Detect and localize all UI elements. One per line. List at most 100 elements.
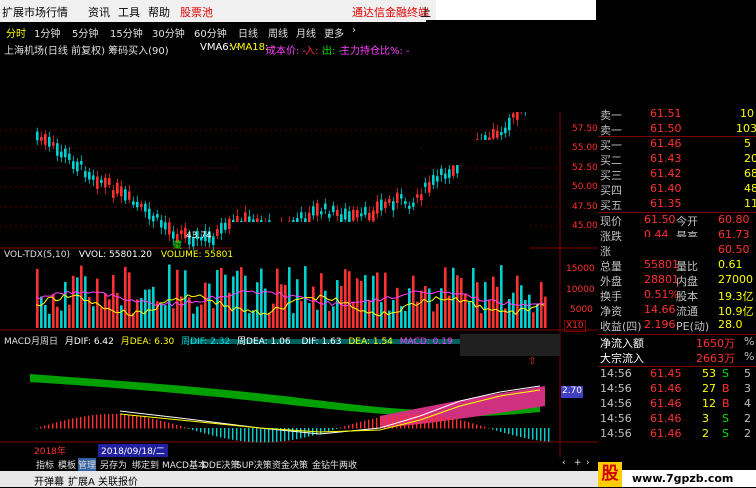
chevron-left-icon[interactable]: ‹: [562, 458, 566, 468]
toggle-danmaku[interactable]: 开弹幕: [34, 473, 64, 488]
ext-a-button[interactable]: 扩展A: [68, 473, 95, 488]
macd-bar: [204, 428, 206, 434]
volume-bar: [72, 275, 75, 328]
stat-row: 净资 14.66 流通 10.9亿: [600, 303, 754, 318]
macd-bar: [184, 427, 186, 429]
tab-daily[interactable]: 日线: [238, 25, 258, 40]
macd-bar: [220, 428, 222, 438]
volume-bar: [344, 269, 347, 328]
bottom-tab-dde[interactable]: DDE决策: [202, 458, 240, 471]
macd-bar: [476, 424, 478, 429]
volume-bar: [340, 285, 343, 328]
bottom-tab-manage[interactable]: 管理: [78, 458, 97, 471]
tab-monthly[interactable]: 月线: [296, 25, 316, 40]
macd-bar: [200, 428, 202, 433]
volume-axis-label: 5000: [570, 305, 593, 315]
menu-help[interactable]: 帮助: [146, 4, 172, 20]
bottom-tab-indicator[interactable]: 指标: [36, 458, 54, 471]
tab-1min[interactable]: 1分钟: [34, 25, 60, 40]
volume-bar: [348, 271, 351, 328]
volume-bar: [180, 296, 183, 328]
macd-bar: [528, 428, 530, 439]
volume-bar: [484, 282, 487, 328]
macd-bar: [156, 419, 158, 429]
tab-weekly[interactable]: 周线: [268, 25, 288, 40]
tab-more[interactable]: 更多: [324, 25, 344, 40]
macd-bar: [176, 424, 178, 429]
tab-15min[interactable]: 15分钟: [110, 25, 143, 40]
buy-row: 买五 61.35 11: [600, 197, 756, 212]
macd-bar: [504, 428, 506, 433]
volume-bar: [44, 305, 47, 328]
macd-bar: [252, 428, 254, 443]
volume-bar: [248, 313, 251, 328]
volume-bar: [332, 306, 335, 328]
macd-bar: [348, 424, 350, 429]
volume-bar: [200, 304, 203, 328]
volume-bar: [116, 292, 119, 328]
volume-bar: [148, 289, 151, 328]
low-price-label: 43.74: [186, 231, 212, 241]
macd-bar: [180, 426, 182, 429]
macd-bar: [452, 418, 454, 429]
menu-market[interactable]: 扩展市场行情: [0, 4, 70, 20]
volume-bar: [536, 303, 539, 328]
macd-bar: [372, 418, 374, 429]
bottom-tab-macd-basic[interactable]: MACD基本: [162, 458, 207, 471]
macd-bar: [116, 414, 118, 429]
indicator-toolbar: 指标 模板 管理 另存为 绑定到 MACD基本 DDE决策 SUP决策 资金决策…: [0, 457, 598, 471]
bottom-tab-bind[interactable]: 绑定到: [132, 458, 159, 471]
menu-news[interactable]: 资讯: [86, 4, 112, 20]
dea-value: DEA: 1.54: [348, 337, 393, 347]
tick-row: 14:56 61.45 53 S 5: [600, 367, 751, 380]
app-banner: 通达信金融终端: [352, 6, 429, 19]
volume-bar: [192, 313, 195, 328]
macd-bar: [492, 428, 494, 430]
redacted-area: [238, 133, 418, 169]
volume-bar: [368, 300, 371, 328]
macd-bar: [152, 418, 154, 429]
macd-bar: [120, 414, 122, 429]
macd-bar: [140, 416, 142, 429]
chevron-right-icon[interactable]: ›: [586, 458, 590, 468]
tab-5min[interactable]: 5分钟: [72, 25, 98, 40]
macd-bar: [196, 428, 198, 432]
chevron-right-icon[interactable]: ›: [352, 25, 356, 36]
macd-bar: [364, 420, 366, 429]
menu-tools[interactable]: 工具: [116, 4, 142, 20]
linked-quote-button[interactable]: 关联报价: [98, 473, 138, 488]
macd-bar: [144, 417, 146, 429]
plus-icon[interactable]: +: [574, 458, 582, 468]
bottom-tab-funds[interactable]: 资金决策: [272, 458, 308, 471]
volume-bar: [160, 303, 163, 328]
macd-bar: [328, 428, 330, 432]
macd-bar: [136, 415, 138, 429]
menu-stock-pool[interactable]: 股票池: [178, 4, 215, 20]
macd-bar: [488, 427, 490, 429]
tab-60min[interactable]: 60分钟: [194, 25, 227, 40]
tab-30min[interactable]: 30分钟: [152, 25, 185, 40]
volume-bar: [196, 306, 199, 328]
volume-bar: [268, 312, 271, 328]
macd-bar: [188, 428, 190, 429]
macd-bar: [40, 426, 42, 429]
volume-bar: [228, 292, 231, 328]
macd-bar: [344, 426, 346, 429]
bottom-tab-template[interactable]: 模板: [58, 458, 76, 471]
volume-bar: [500, 265, 503, 328]
volume-bar: [352, 301, 355, 328]
macd-bar: [216, 428, 218, 437]
volume-bar: [56, 306, 59, 328]
cost-value: 成本价: -: [266, 46, 307, 57]
volume-bar: [328, 310, 331, 328]
volume-bar: [412, 275, 415, 328]
bottom-tab-golden-bull[interactable]: 金钻牛两收: [312, 458, 357, 471]
dif-value: DIF: 1.63: [301, 337, 342, 347]
bottom-tab-sup[interactable]: SUP决策: [236, 458, 272, 471]
stat-row: 外盘 28801 内盘 27000: [600, 273, 753, 288]
right-panel-top: [596, 0, 756, 110]
macd-bar: [496, 428, 498, 431]
tab-timeshare[interactable]: 分时: [6, 25, 26, 40]
bottom-tab-save-as[interactable]: 另存为: [100, 458, 127, 471]
macd-bar: [356, 422, 358, 429]
